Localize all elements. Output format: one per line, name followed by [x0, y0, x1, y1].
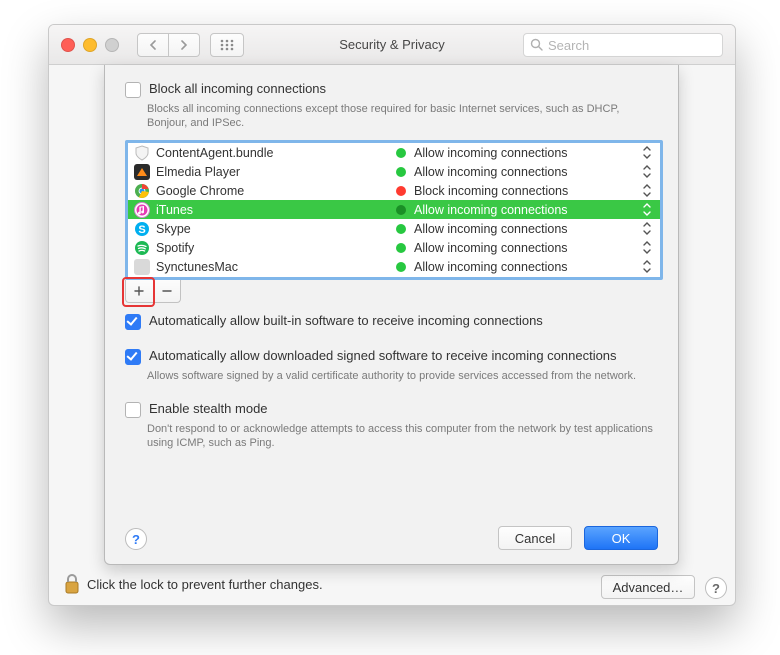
add-remove-segment — [125, 280, 181, 303]
stealth-label: Enable stealth mode — [149, 401, 268, 417]
app-icon — [134, 164, 150, 180]
search-field[interactable]: Search — [523, 33, 723, 57]
stepper-icon[interactable] — [642, 145, 652, 160]
search-icon — [530, 38, 543, 51]
stepper-icon[interactable] — [642, 259, 652, 274]
status-dot-icon — [396, 224, 406, 234]
auto-signed-desc: Allows software signed by a valid certif… — [147, 369, 658, 383]
status-dot-icon — [396, 243, 406, 253]
close-window-button[interactable] — [61, 38, 75, 52]
app-icon — [134, 240, 150, 256]
app-status-text: Allow incoming connections — [414, 260, 568, 274]
status-dot-icon — [396, 186, 406, 196]
block-all-label: Block all incoming connections — [149, 81, 326, 97]
app-row-synctunesmac[interactable]: SynctunesMac Allow incoming connections — [128, 257, 660, 276]
app-name: ContentAgent.bundle — [156, 146, 396, 160]
app-status[interactable]: Allow incoming connections — [396, 222, 568, 236]
stepper-icon[interactable] — [642, 164, 652, 179]
stepper-icon[interactable] — [642, 240, 652, 255]
app-status[interactable]: Allow incoming connections — [396, 165, 568, 179]
stealth-checkbox[interactable] — [125, 402, 141, 418]
app-name: Spotify — [156, 241, 396, 255]
status-dot-icon — [396, 205, 406, 215]
sheet-help-button[interactable]: ? — [125, 528, 147, 550]
block-all-desc: Blocks all incoming connections except t… — [147, 102, 658, 130]
auto-builtin-checkbox[interactable] — [125, 314, 141, 330]
chevron-left-icon — [149, 40, 157, 50]
help-button[interactable]: ? — [705, 577, 727, 599]
status-dot-icon — [396, 262, 406, 272]
ok-button[interactable]: OK — [584, 526, 658, 550]
app-name: Elmedia Player — [156, 165, 396, 179]
app-name: Skype — [156, 222, 396, 236]
advanced-button[interactable]: Advanced… — [601, 575, 695, 599]
app-status-text: Allow incoming connections — [414, 165, 568, 179]
lock-text: Click the lock to prevent further change… — [87, 577, 323, 592]
cancel-button[interactable]: Cancel — [498, 526, 572, 550]
app-row-itunes[interactable]: iTunes Allow incoming connections — [128, 200, 660, 219]
search-placeholder: Search — [548, 38, 589, 53]
app-row-elmedia-player[interactable]: Elmedia Player Allow incoming connections — [128, 162, 660, 181]
preferences-window: Security & Privacy Search Click the lock… — [48, 24, 736, 606]
svg-text:S: S — [138, 224, 145, 236]
app-icon — [134, 145, 150, 161]
app-name: iTunes — [156, 203, 396, 217]
app-row-skype[interactable]: S Skype Allow incoming connections — [128, 219, 660, 238]
app-icon — [134, 259, 150, 275]
app-row-spotify[interactable]: Spotify Allow incoming connections — [128, 238, 660, 257]
stepper-icon[interactable] — [642, 221, 652, 236]
app-name: SynctunesMac — [156, 260, 396, 274]
back-button[interactable] — [137, 33, 169, 57]
auto-builtin-label: Automatically allow built-in software to… — [149, 313, 543, 329]
app-status-text: Allow incoming connections — [414, 241, 568, 255]
titlebar: Security & Privacy Search — [49, 25, 735, 65]
zoom-window-button[interactable] — [105, 38, 119, 52]
app-icon — [134, 202, 150, 218]
app-status-text: Allow incoming connections — [414, 203, 568, 217]
app-status[interactable]: Allow incoming connections — [396, 260, 568, 274]
lock-icon[interactable] — [63, 573, 81, 595]
stepper-icon[interactable] — [642, 183, 652, 198]
app-status[interactable]: Allow incoming connections — [396, 146, 568, 160]
app-list[interactable]: ContentAgent.bundle Allow incoming connec… — [125, 140, 663, 280]
app-icon — [134, 183, 150, 199]
app-row-contentagent-bundle[interactable]: ContentAgent.bundle Allow incoming connec… — [128, 143, 660, 162]
add-app-button[interactable] — [126, 280, 153, 302]
show-all-button[interactable] — [210, 33, 244, 57]
stealth-desc: Don't respond to or acknowledge attempts… — [147, 422, 658, 450]
plus-icon — [134, 286, 144, 296]
minimize-window-button[interactable] — [83, 38, 97, 52]
minus-icon — [162, 286, 172, 296]
grid-icon — [220, 39, 234, 51]
firewall-options-sheet: Block all incoming connections Blocks al… — [104, 65, 679, 565]
app-row-google-chrome[interactable]: Google Chrome Block incoming connections — [128, 181, 660, 200]
window-controls — [61, 38, 119, 52]
app-status-text: Allow incoming connections — [414, 222, 568, 236]
app-status-text: Block incoming connections — [414, 184, 568, 198]
block-all-checkbox[interactable] — [125, 82, 141, 98]
chevron-right-icon — [180, 40, 188, 50]
app-status-text: Allow incoming connections — [414, 146, 568, 160]
forward-button[interactable] — [169, 33, 200, 57]
remove-app-button[interactable] — [153, 280, 181, 302]
stepper-icon[interactable] — [642, 202, 652, 217]
app-status[interactable]: Allow incoming connections — [396, 203, 568, 217]
app-icon: S — [134, 221, 150, 237]
app-status[interactable]: Allow incoming connections — [396, 241, 568, 255]
app-status[interactable]: Block incoming connections — [396, 184, 568, 198]
nav-back-forward — [137, 33, 200, 57]
status-dot-icon — [396, 167, 406, 177]
app-name: Google Chrome — [156, 184, 396, 198]
status-dot-icon — [396, 148, 406, 158]
auto-signed-label: Automatically allow downloaded signed so… — [149, 348, 617, 364]
auto-signed-checkbox[interactable] — [125, 349, 141, 365]
